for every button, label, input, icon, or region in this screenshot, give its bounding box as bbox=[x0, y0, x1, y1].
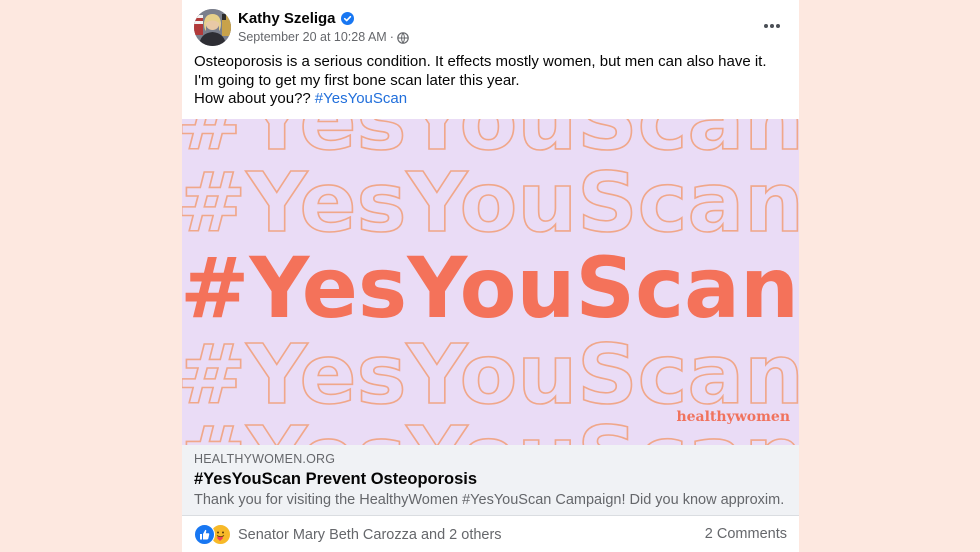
post-text-question: How about you?? bbox=[194, 90, 311, 107]
reactions-summary[interactable]: Senator Mary Beth Carozza and 2 others bbox=[194, 524, 502, 545]
post-card: Kathy Szeliga September 20 at 10:28 AM ·… bbox=[182, 0, 799, 552]
verified-badge-icon bbox=[340, 12, 354, 25]
pattern-text-row: #YesYouScan bbox=[182, 156, 799, 251]
author-avatar[interactable] bbox=[194, 9, 231, 46]
meta-separator: · bbox=[389, 29, 394, 44]
campaign-image[interactable]: #YesYouScan #YesYouScan #YesYouScan #Yes… bbox=[182, 119, 799, 445]
author-line: Kathy Szeliga bbox=[238, 10, 354, 27]
post-text-line: I'm going to get my first bone scan late… bbox=[194, 71, 520, 89]
post-text-line: Osteoporosis is a serious condition. It … bbox=[194, 53, 767, 70]
author-name[interactable]: Kathy Szeliga bbox=[238, 10, 336, 27]
hashtag-link[interactable]: #YesYouScan bbox=[315, 90, 407, 107]
like-icon bbox=[194, 524, 215, 545]
campaign-headline: #YesYouScan bbox=[182, 239, 799, 337]
link-preview[interactable]: HEALTHYWOMEN.ORG #YesYouScan Prevent Ost… bbox=[182, 445, 799, 516]
brand-logo-text: healthywomen bbox=[676, 409, 790, 425]
link-description: Thank you for visiting the HealthyWomen … bbox=[194, 492, 784, 508]
reactors-text[interactable]: Senator Mary Beth Carozza and 2 others bbox=[238, 527, 502, 543]
globe-icon[interactable] bbox=[397, 32, 409, 44]
post-meta: September 20 at 10:28 AM · bbox=[238, 29, 409, 44]
comments-count-link[interactable]: 2 Comments bbox=[705, 526, 787, 542]
post-timestamp[interactable]: September 20 at 10:28 AM bbox=[238, 30, 387, 44]
post-text: Osteoporosis is a serious condition. It … bbox=[194, 53, 789, 109]
more-dots-icon bbox=[764, 24, 780, 28]
link-domain: HEALTHYWOMEN.ORG bbox=[194, 452, 336, 466]
more-options-button[interactable] bbox=[759, 14, 785, 38]
post-text-line: How about you?? #YesYouScan bbox=[194, 90, 789, 109]
link-title[interactable]: #YesYouScan Prevent Osteoporosis bbox=[194, 470, 477, 489]
